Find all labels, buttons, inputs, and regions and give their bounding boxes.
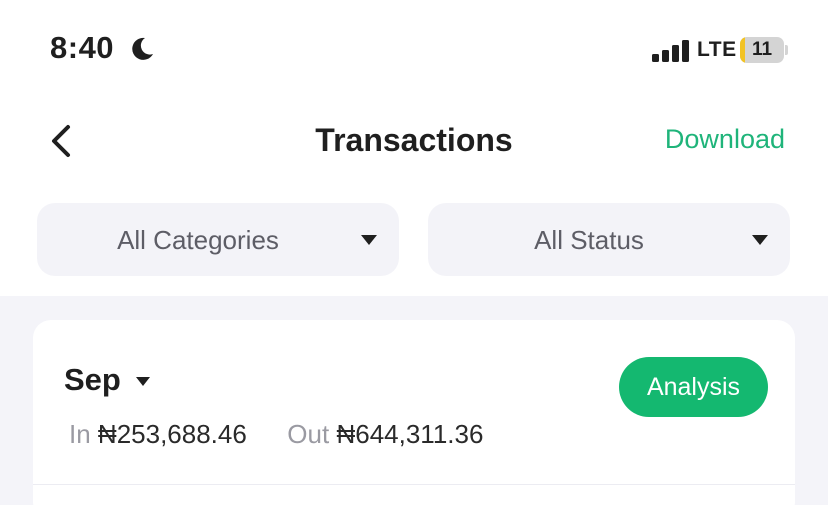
divider [33,484,795,485]
caret-down-icon [752,235,768,245]
out-label: Out [287,419,330,449]
network-type: LTE [697,38,737,61]
category-filter-dropdown[interactable]: All Categories [37,203,399,276]
in-label: In [69,419,91,449]
battery-percent: 11 [751,39,773,60]
status-bar: 8:40 LTE 11 [0,0,828,100]
filters-row: All Categories All Status [0,203,828,277]
out-amount: ₦644,311.36 [336,419,484,449]
navigation-bar: Transactions Download [0,100,828,190]
totals-line: In ₦253,688.46 Out ₦644,311.36 [69,419,483,450]
status-filter-dropdown[interactable]: All Status [428,203,790,276]
download-button[interactable]: Download [665,124,785,155]
in-amount: ₦253,688.46 [97,419,247,449]
month-summary-card: Sep Analysis In ₦253,688.46 Out ₦644,311… [33,320,795,520]
signal-icon [652,40,689,62]
caret-down-icon [361,235,377,245]
status-time: 8:40 [50,30,115,65]
analysis-button[interactable]: Analysis [619,357,768,417]
status-filter-label: All Status [534,225,644,255]
moon-icon [132,37,153,60]
battery-icon: 11 [740,37,788,63]
month-selector[interactable]: Sep [64,362,121,398]
category-filter-label: All Categories [117,225,279,255]
caret-down-icon[interactable] [136,377,150,386]
